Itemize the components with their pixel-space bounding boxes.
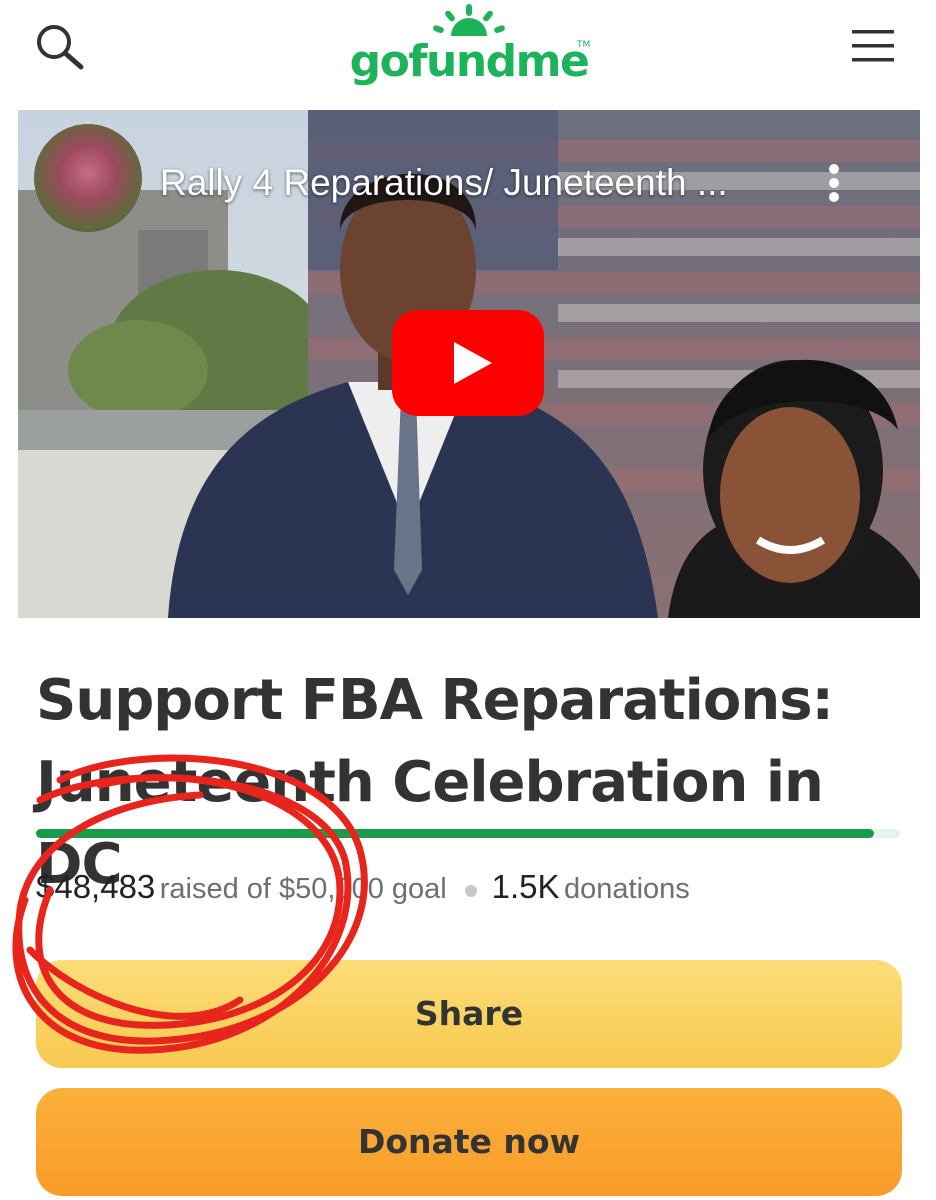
logo-sun-icon xyxy=(433,4,505,36)
donation-count: 1.5K xyxy=(491,868,560,905)
fundraising-stats: $48,483 raised of $50,000 goal 1.5K dona… xyxy=(36,868,916,912)
search-button[interactable] xyxy=(34,22,90,74)
gofundme-logo[interactable]: gofundme TM xyxy=(344,4,594,96)
raised-goal-text: raised of $50,000 goal xyxy=(159,873,447,905)
donation-label: donations xyxy=(564,873,690,905)
play-button[interactable] xyxy=(392,310,544,416)
raised-amount: $48,483 xyxy=(36,868,156,905)
donate-now-button[interactable]: Donate now xyxy=(36,1088,902,1196)
search-icon xyxy=(37,25,84,70)
more-vertical-icon[interactable] xyxy=(820,164,848,208)
channel-avatar[interactable] xyxy=(34,124,142,232)
share-button[interactable]: Share xyxy=(36,960,902,1068)
video-title[interactable]: Rally 4 Reparations/ Juneteenth ... xyxy=(160,162,800,206)
separator-dot xyxy=(465,885,478,898)
menu-button[interactable] xyxy=(848,26,900,66)
progress-bar xyxy=(36,829,900,838)
top-header: gofundme TM xyxy=(0,0,936,100)
hamburger-menu-icon xyxy=(852,30,894,62)
progress-fill xyxy=(36,829,875,838)
play-icon xyxy=(454,342,492,384)
video-player[interactable]: Rally 4 Reparations/ Juneteenth ... xyxy=(18,110,920,618)
trademark-mark: TM xyxy=(577,40,591,50)
logo-wordmark: gofundme xyxy=(349,36,590,87)
